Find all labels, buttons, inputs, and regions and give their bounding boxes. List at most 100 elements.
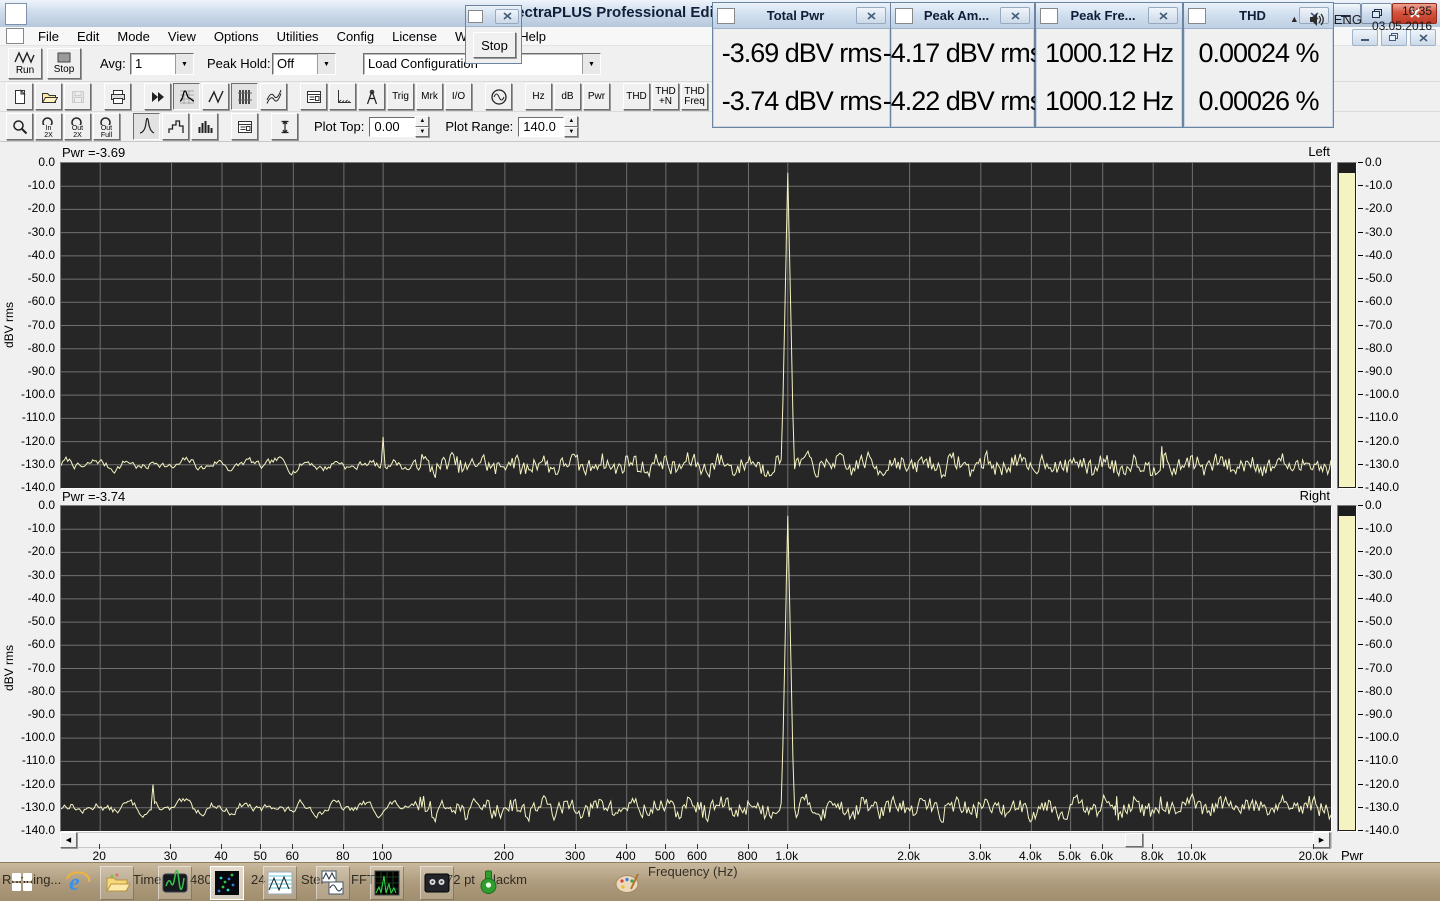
paint-icon[interactable] xyxy=(612,866,644,898)
units-hz-button[interactable]: Hz xyxy=(525,83,552,110)
menu-mode[interactable]: Mode xyxy=(108,29,159,44)
stop-square-icon xyxy=(57,52,71,63)
scroll-left-button[interactable]: ◀ xyxy=(60,832,77,848)
chevron-down-icon[interactable]: ▼ xyxy=(582,54,600,74)
zoom-out-2x-button[interactable]: Out 2X xyxy=(64,113,91,140)
meter-tick-label: -50.0 xyxy=(1365,271,1393,286)
zoom-in-2x-button[interactable]: In 2X xyxy=(35,113,62,140)
avg-combobox[interactable]: 1 ▼ xyxy=(130,53,194,75)
x-tick-label: 400 xyxy=(615,849,636,863)
plot-right-channel-label: Right xyxy=(1299,488,1330,503)
autoscale-vertical-button[interactable] xyxy=(271,113,298,140)
total-power-value-right: -3.74 dBV rms xyxy=(721,85,883,116)
run-button[interactable]: Run xyxy=(8,48,42,79)
plot-top-input[interactable]: 0.00 xyxy=(369,116,416,137)
app-wave-window[interactable] xyxy=(263,866,297,900)
chevron-down-icon[interactable]: ▼ xyxy=(317,54,335,74)
menu-options[interactable]: Options xyxy=(205,29,268,44)
peak-amplitude-window[interactable]: Peak Am... -4.17 dBV rms -4.22 dBV rms xyxy=(883,2,1043,128)
plot-top-spinner[interactable]: ▲ ▼ xyxy=(415,116,430,137)
units-pwr-button[interactable]: Pwr xyxy=(583,83,610,110)
menu-edit[interactable]: Edit xyxy=(68,29,108,44)
meter-tick-label: -130.0 xyxy=(1365,456,1400,471)
app-audio-window[interactable] xyxy=(158,866,192,900)
stop-button[interactable]: Stop xyxy=(47,48,81,79)
y-tick-label: -100.0 xyxy=(20,387,55,402)
display-options-button[interactable] xyxy=(231,113,258,140)
bar-mode-button[interactable] xyxy=(191,113,218,140)
print-button[interactable] xyxy=(104,83,131,110)
octave-mode-button[interactable] xyxy=(162,113,189,140)
popup-stop-button[interactable]: Stop xyxy=(473,32,516,58)
peak-hold-combobox[interactable]: Off ▼ xyxy=(272,53,336,75)
start-button[interactable] xyxy=(6,866,38,898)
app-cassette-window[interactable] xyxy=(420,866,454,900)
fft-icon xyxy=(374,870,400,896)
app-fft-window[interactable] xyxy=(370,866,404,900)
meter-tick-label: -100.0 xyxy=(1365,387,1400,402)
total-power-value-left: -3.69 dBV rms xyxy=(721,37,883,68)
spectrum-plot-right[interactable] xyxy=(60,505,1332,832)
menu-file[interactable]: File xyxy=(29,29,68,44)
close-icon[interactable] xyxy=(495,8,519,24)
total-power-window[interactable]: Total Pwr -3.69 dBV rms -3.74 dBV rms xyxy=(712,2,891,128)
trigger-button[interactable]: Trig xyxy=(387,83,414,110)
app-dongle-window[interactable] xyxy=(472,866,504,898)
stop-popup-window[interactable]: Stop xyxy=(465,5,522,64)
app-scope-window[interactable] xyxy=(316,866,350,900)
scroll-right-button[interactable]: ▶ xyxy=(1313,832,1330,848)
x-tick-label: 60 xyxy=(285,849,299,863)
markers-button[interactable]: Mrk xyxy=(416,83,443,110)
x-tick-label: 3.0k xyxy=(968,849,992,863)
view-spectrogram-button[interactable] xyxy=(231,83,258,110)
open-file-button[interactable] xyxy=(35,83,62,110)
menu-config[interactable]: Config xyxy=(328,29,384,44)
units-db-button[interactable]: dB xyxy=(554,83,581,110)
y-tick-label: -80.0 xyxy=(27,340,55,355)
zoom-out-full-button[interactable]: Out Full xyxy=(93,113,120,140)
plot-range-spinner[interactable]: ▲ ▼ xyxy=(564,116,579,137)
view-surface-button[interactable] xyxy=(260,83,287,110)
y-tick-label: -120.0 xyxy=(20,776,55,791)
narrowband-mode-button[interactable] xyxy=(133,113,160,140)
view-spectrum-button[interactable] xyxy=(173,83,200,110)
spectrum-plot-left[interactable] xyxy=(60,162,1332,489)
waveform-icon xyxy=(468,9,483,23)
tray-expand-icon[interactable]: ▲ xyxy=(1290,14,1299,24)
menu-utilities[interactable]: Utilities xyxy=(268,29,328,44)
menu-license[interactable]: License xyxy=(383,29,446,44)
close-icon[interactable] xyxy=(1000,7,1030,24)
peak-frequency-window[interactable]: Peak Fre... 1000.12 Hz 1000.12 Hz xyxy=(1035,2,1183,128)
scaling-button[interactable] xyxy=(329,83,356,110)
menu-view[interactable]: View xyxy=(159,29,205,44)
zoom-button[interactable] xyxy=(6,113,33,140)
y-tick-label: 0.0 xyxy=(38,498,55,512)
speaker-icon[interactable] xyxy=(1309,12,1326,27)
x-tick-label: 30 xyxy=(163,849,178,863)
scrollbar-thumb[interactable] xyxy=(1125,833,1143,847)
thd-button[interactable]: THD xyxy=(623,83,650,110)
thd-n-button[interactable]: THD +N xyxy=(652,83,679,110)
thd-freq-button[interactable]: THD Freq xyxy=(681,83,708,110)
io-device-button[interactable]: I/O xyxy=(445,83,472,110)
app-spectrogram-window[interactable] xyxy=(210,866,244,900)
close-icon[interactable] xyxy=(856,7,886,24)
close-icon[interactable] xyxy=(1148,7,1178,24)
view-waveform-button[interactable] xyxy=(202,83,229,110)
save-file-button[interactable] xyxy=(64,83,91,110)
run-continuous-button[interactable] xyxy=(144,83,171,110)
ie-icon[interactable]: e xyxy=(62,866,94,898)
signal-generator-button[interactable] xyxy=(485,83,512,110)
plot-range-input[interactable]: 140.0 xyxy=(518,116,565,137)
explorer-window-button[interactable] xyxy=(100,866,134,900)
mag-icon xyxy=(41,116,53,125)
chevron-down-icon[interactable]: ▼ xyxy=(175,54,193,74)
language-indicator[interactable]: ENG xyxy=(1334,12,1362,27)
clock[interactable]: 16:35 03.05.2016 xyxy=(1372,4,1432,34)
gen-icon xyxy=(490,88,507,105)
run-button-label: Run xyxy=(15,65,35,76)
new-file-button[interactable] xyxy=(6,83,33,110)
stop-popup-titlebar xyxy=(466,6,521,27)
options-dialog-button[interactable] xyxy=(300,83,327,110)
measure-button[interactable] xyxy=(358,83,385,110)
